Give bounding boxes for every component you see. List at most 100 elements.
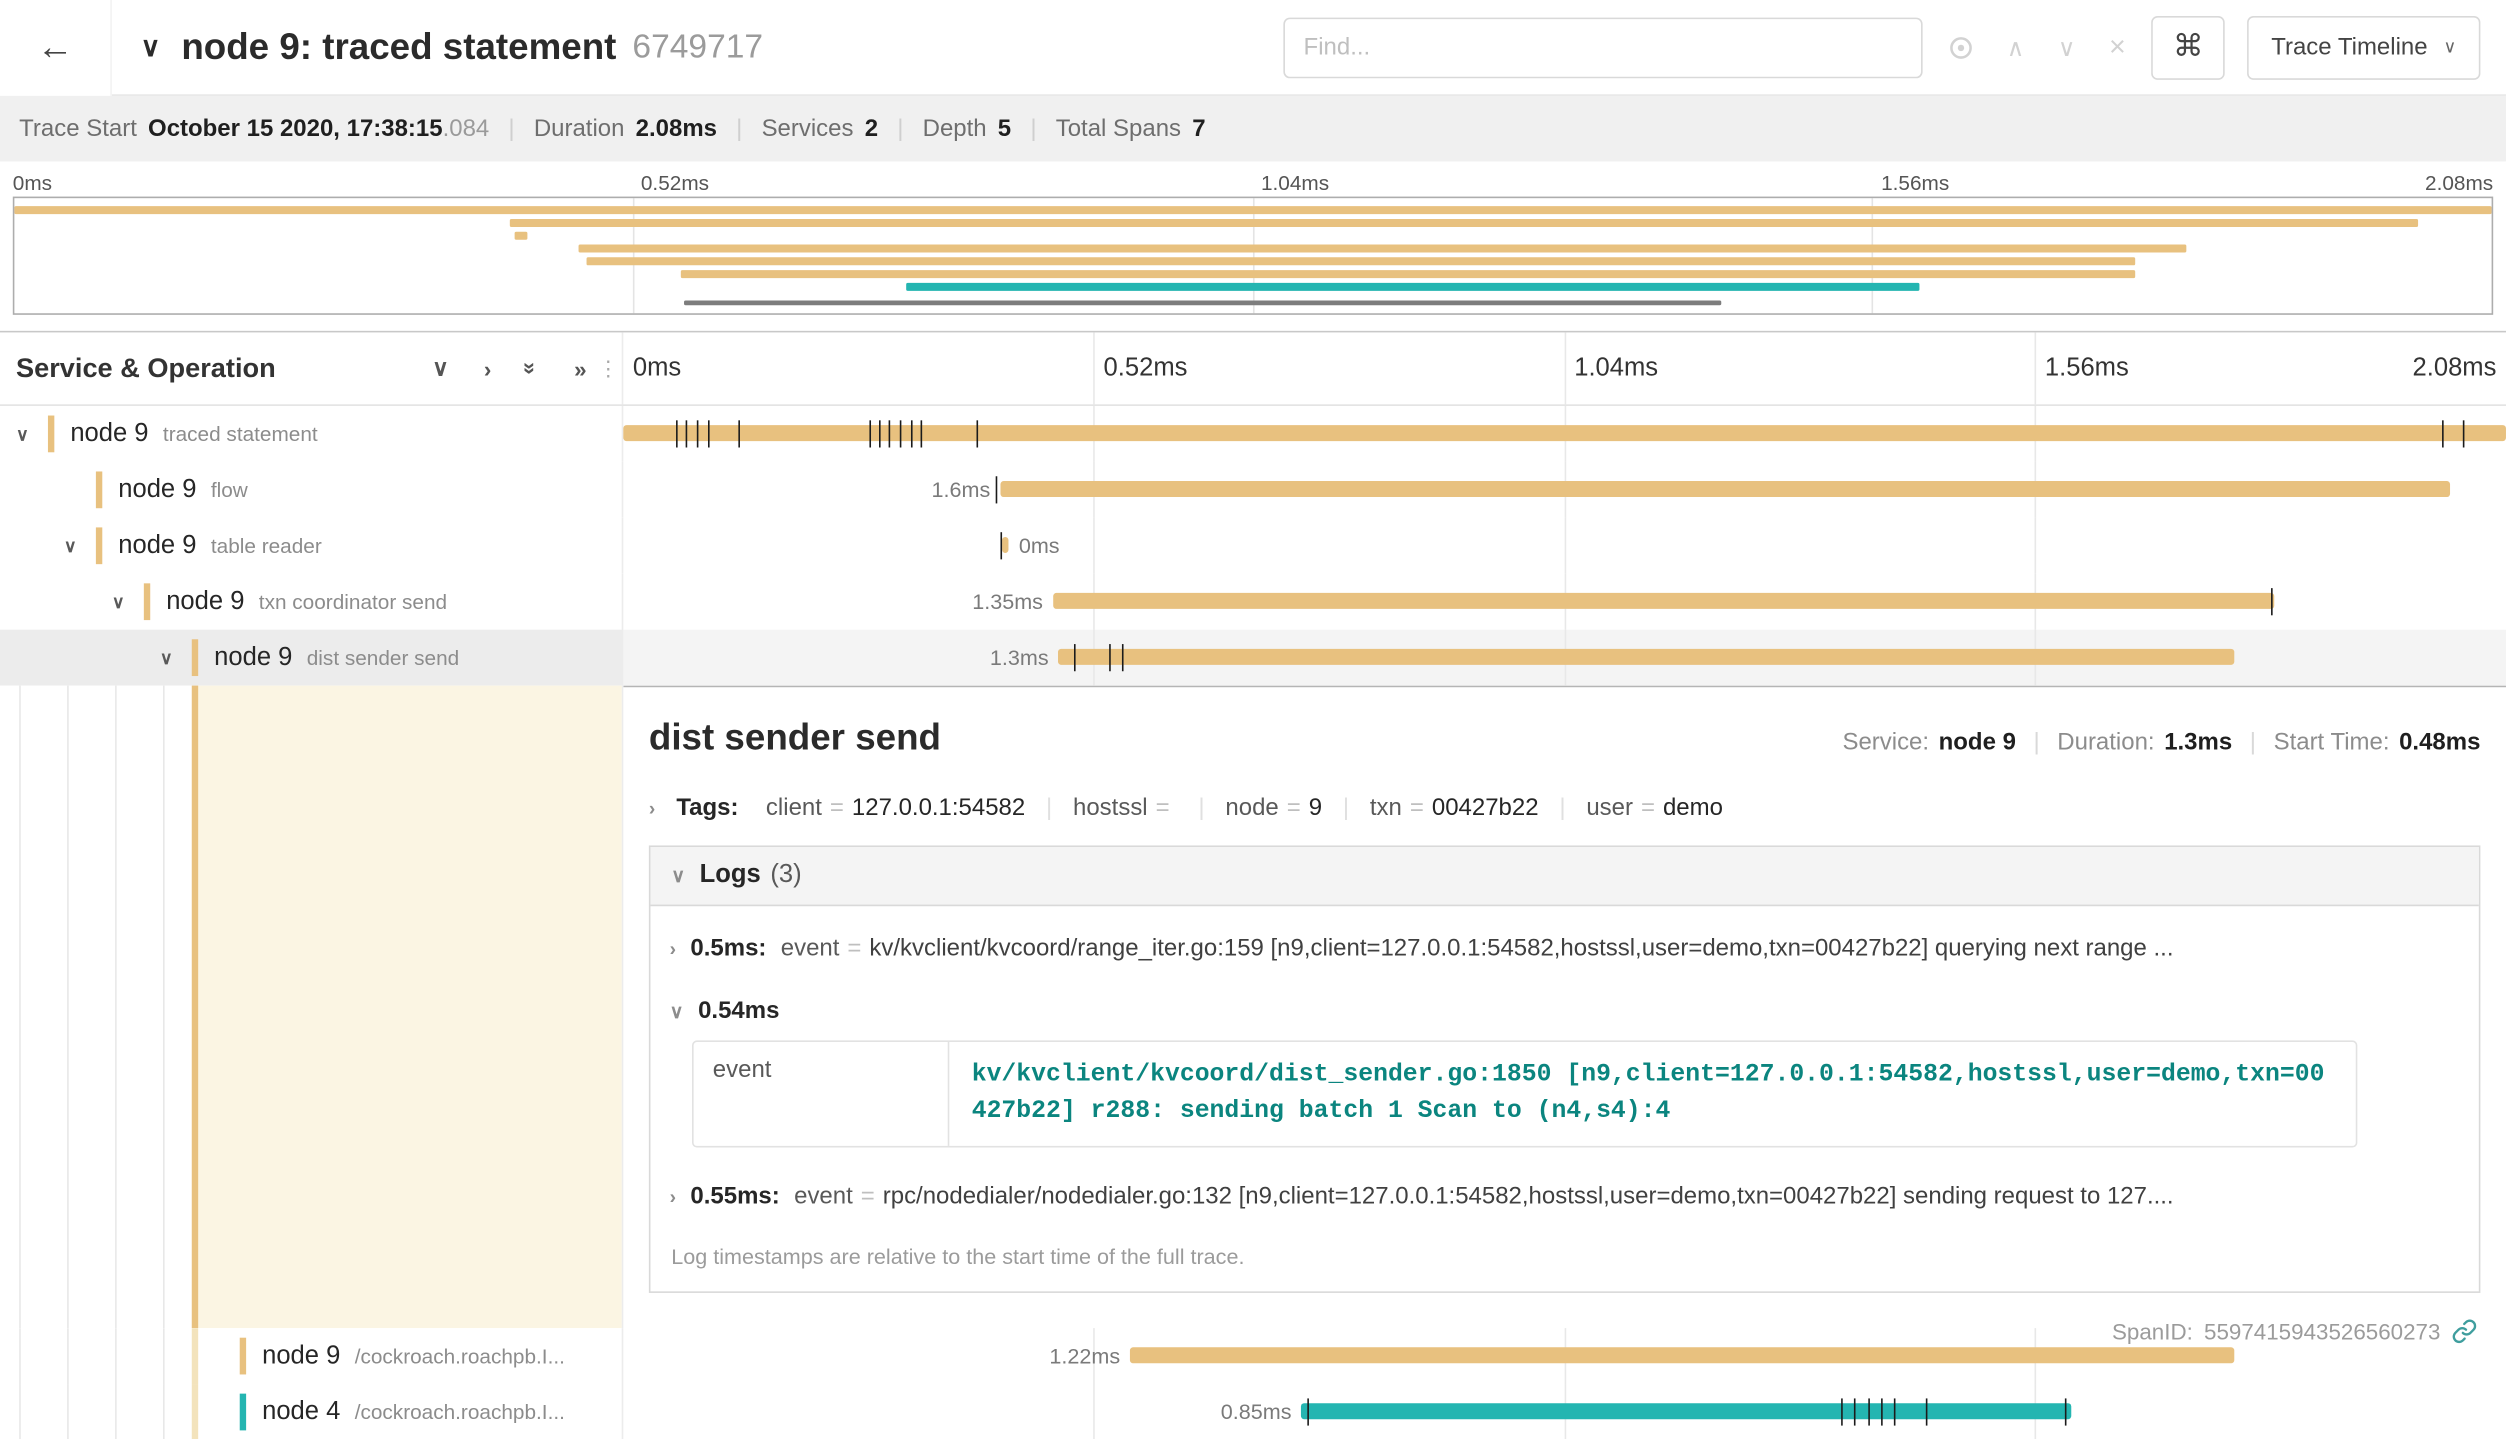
span-duration-label: 1.3ms	[990, 630, 1049, 686]
log-entry[interactable]: ›0.55ms:event=rpc/nodedialer/nodedialer.…	[670, 1163, 2460, 1229]
log-entry-header[interactable]: ∨0.54ms	[670, 981, 2460, 1037]
trace-view-selector[interactable]: Trace Timeline ∨	[2247, 15, 2480, 79]
span-row-timeline-cell[interactable]: 0.85ms	[623, 1384, 2506, 1439]
collapse-all-icon[interactable]: »	[519, 362, 546, 374]
log-tick-mark	[1000, 532, 1002, 559]
log-tick-mark	[676, 420, 678, 447]
span-row-timeline-cell[interactable]: 1.35ms	[623, 574, 2506, 630]
log-tick-mark	[708, 420, 710, 447]
minimap-tick-label: 2.08ms	[2425, 171, 2493, 195]
span-row-timeline-cell[interactable]: 1.22ms	[623, 1328, 2506, 1384]
log-field-key: event	[794, 1182, 853, 1209]
span-row[interactable]: ∨node 9table reader0ms	[0, 518, 2506, 574]
span-row-timeline-cell[interactable]	[623, 406, 2506, 462]
span-duration-bar[interactable]	[1058, 649, 2235, 665]
column-resizer-handle[interactable]: ⋮	[598, 356, 619, 382]
expand-chevron-icon[interactable]: ∨	[160, 647, 173, 668]
chevron-down-icon: ∨	[670, 1000, 684, 1022]
overview-separator: |	[2033, 729, 2039, 756]
span-row-name-cell[interactable]: node 9/cockroach.roachpb.I...	[0, 1328, 623, 1384]
span-detail-title: dist sender send	[649, 716, 941, 759]
span-row[interactable]: ∨node 9txn coordinator send1.35ms	[0, 574, 2506, 630]
service-operation-title: Service & Operation	[16, 352, 276, 384]
summary-label: Trace Start	[19, 115, 137, 142]
span-detail-panel: dist sender send Service:node 9|Duration…	[623, 686, 2506, 1328]
log-tick-mark	[1894, 1398, 1896, 1425]
expanded-span-accent	[192, 686, 622, 1328]
find-input[interactable]	[1283, 17, 1922, 78]
span-detail-indent-column	[0, 686, 623, 1328]
span-row[interactable]: ∨node 9traced statement	[0, 406, 2506, 462]
span-row-timeline-cell[interactable]: 1.3ms	[623, 630, 2506, 686]
log-tick-mark	[921, 420, 923, 447]
span-tags-accordion[interactable]: › Tags: client=127.0.0.1:54582|hostssl=|…	[649, 794, 2481, 821]
summary-value: 5	[998, 115, 1011, 142]
span-row-name-cell[interactable]: node 4/cockroach.roachpb.I...	[0, 1384, 623, 1439]
span-name: node 9txn coordinator send	[0, 574, 622, 630]
log-tick-mark	[2271, 588, 2273, 615]
span-duration-bar[interactable]	[1053, 593, 2275, 609]
summary-item: Trace StartOctober 15 2020, 17:38:15.084	[19, 115, 489, 142]
minimap-canvas[interactable]	[13, 197, 2493, 315]
expand-one-icon[interactable]: ›	[484, 355, 491, 382]
log-timestamp: 0.55ms:	[690, 1182, 779, 1209]
prev-result-button[interactable]: ∧	[2007, 33, 2025, 62]
back-arrow-icon: ←	[37, 26, 74, 69]
expand-chevron-icon[interactable]: ∨	[64, 535, 77, 556]
summary-separator: |	[1030, 115, 1036, 142]
timeline-time-axis: 0ms0.52ms1.04ms1.56ms2.08ms	[623, 332, 2506, 404]
next-result-button[interactable]: ∨	[2058, 33, 2076, 62]
indent-guide	[115, 1384, 117, 1439]
back-button[interactable]: ←	[0, 0, 112, 95]
span-duration-bar[interactable]	[623, 425, 2506, 441]
tag-key: client	[766, 794, 822, 821]
span-row[interactable]: node 4/cockroach.roachpb.I...0.85ms	[0, 1384, 2506, 1439]
summary-value: 7	[1192, 115, 1205, 142]
span-duration-bar[interactable]	[1130, 1347, 2235, 1363]
summary-value: October 15 2020, 17:38:15	[148, 115, 443, 142]
span-row-name-cell[interactable]: ∨node 9traced statement	[0, 406, 623, 462]
expand-all-icon[interactable]: »	[574, 355, 586, 382]
trace-title: node 9: traced statement	[181, 26, 616, 69]
summary-value: 2.08ms	[636, 115, 717, 142]
log-tick-mark	[977, 420, 979, 447]
span-row-name-cell[interactable]: ∨node 9txn coordinator send	[0, 574, 623, 630]
log-tick-mark	[879, 420, 881, 447]
span-row-name-cell[interactable]: ∨node 9table reader	[0, 518, 623, 574]
clear-search-button[interactable]: ×	[2109, 30, 2126, 64]
span-duration-bar[interactable]	[1003, 537, 1010, 553]
close-icon: ×	[2109, 30, 2126, 64]
trace-minimap: 0ms0.52ms1.04ms1.56ms2.08ms	[0, 161, 2506, 314]
span-row[interactable]: node 9flow1.6ms	[0, 462, 2506, 518]
span-duration-bar[interactable]	[1000, 481, 2450, 497]
timeline-tick-label: 1.04ms	[1565, 354, 1658, 383]
span-row-name-cell[interactable]: node 9flow	[0, 462, 623, 518]
span-row[interactable]: ∨node 9dist sender send1.3ms	[0, 630, 2506, 686]
logs-count: (3)	[770, 861, 801, 890]
span-row[interactable]: node 9/cockroach.roachpb.I...1.22ms	[0, 1328, 2506, 1384]
span-row-timeline-cell[interactable]: 1.6ms	[623, 462, 2506, 518]
span-name: node 9/cockroach.roachpb.I...	[0, 1328, 622, 1384]
summary-item: Services2	[762, 115, 878, 142]
service-color-swatch	[240, 1394, 246, 1431]
log-tick-mark	[1868, 1398, 1870, 1425]
trace-title-collapse-icon[interactable]: ∨	[141, 31, 161, 63]
locate-match-button[interactable]	[1948, 34, 1974, 60]
keyboard-shortcuts-button[interactable]: ⌘	[2151, 15, 2225, 79]
jaeger-trace-page: ← ∨ node 9: traced statement 6749717 ∧ ∨	[0, 0, 2506, 1439]
expand-chevron-icon[interactable]: ∨	[112, 591, 125, 612]
log-tick-mark	[1926, 1398, 1928, 1425]
service-name: node 9	[214, 643, 292, 672]
summary-label: Services	[762, 115, 854, 142]
expand-chevron-icon[interactable]: ∨	[16, 424, 29, 445]
logs-accordion-header[interactable]: ∨ Logs (3)	[650, 847, 2478, 906]
collapse-one-icon[interactable]: ∨	[432, 355, 448, 382]
logs-footer-note: Log timestamps are relative to the start…	[650, 1228, 2478, 1290]
log-entry[interactable]: ›0.5ms:event=kv/kvclient/kvcoord/range_i…	[670, 916, 2460, 982]
span-row-timeline-cell[interactable]: 0ms	[623, 518, 2506, 574]
span-row-name-cell[interactable]: ∨node 9dist sender send	[0, 630, 623, 686]
tag-equals: =	[1287, 794, 1301, 821]
span-duration-bar[interactable]	[1301, 1403, 2071, 1419]
tags-list: client=127.0.0.1:54582|hostssl=|node=9|t…	[766, 794, 1723, 821]
overview-item: Service:node 9	[1842, 729, 2015, 756]
